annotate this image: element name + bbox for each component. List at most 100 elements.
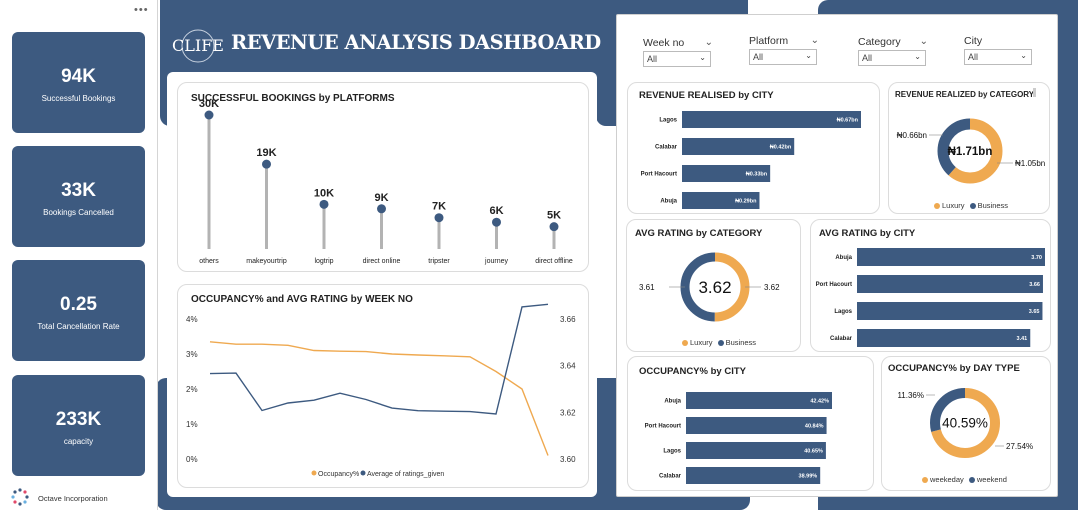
category-label: logtrip [314,258,333,265]
bar-category-label: Abuja [835,255,852,261]
legend-swatch-orange [934,203,940,210]
bar [857,329,1031,347]
rating-category-donut: 3.62 3.62 3.61 [639,252,780,322]
panel-occupancy-rating-by-week: OCCUPANCY% and AVG RATING by WEEK NO 4% 3… [177,284,589,488]
bar-category-label: Calabar [655,145,678,151]
slicer-dropdown[interactable]: All ⌄ [858,50,926,66]
occupancy-city-bar-chart: Abuja 42.42% Port Hacourt 40.84% Lagos 40.65%… [645,392,832,484]
y-left-tick-label: 0% [186,455,198,464]
donut-center-label: ₦1.71bn [948,146,993,158]
kpi-label: capacity [63,437,94,446]
rating-city-bar-chart: Abuja 3.70 Port Hacourt 3.66 Lagos 3.65 Calaba… [816,248,1045,347]
sidebar: ••• 94K Successful Bookings 33K Bookings… [0,0,158,510]
slicer-dropdown[interactable]: All ⌄ [643,51,711,67]
legend-swatch-blue [969,203,976,210]
slicer-label: Category [858,36,901,48]
slicer-value: All [753,52,764,62]
category-label: direct online [363,258,401,265]
slicer-label: Week no [643,37,685,49]
donut-center-label: 3.62 [698,278,731,297]
slice-label: 27.54% [1006,442,1033,451]
panel-avg-rating-by-city: AVG RATING by CITY Abuja 3.70 Port Hacourt… [810,219,1051,352]
y-right-tick-label: 3.64 [560,362,576,371]
company-logo [10,487,30,507]
slicer-city[interactable]: City All ⌄ [964,35,1034,65]
chevron-down-icon[interactable]: ⌄ [920,36,928,47]
bar-data-label: 40.65% [804,449,823,455]
panel-bookings-by-platform: SUCCESSFUL BOOKINGS by PLATFORMS 30K othe… [177,82,589,272]
legend-swatch-blue [968,477,975,484]
data-label: 30K [199,98,219,110]
dropdown-arrow-icon: ⌄ [699,53,706,62]
bar-category-label: Calabar [659,474,682,480]
more-horizontal-icon[interactable]: ••• [134,4,149,16]
lollipop-dot [377,204,386,214]
bar-category-label: Port Hacourt [816,282,852,288]
series-line [209,303,549,415]
chevron-down-icon[interactable]: ⌄ [705,37,713,48]
lollipop-dot [319,199,329,209]
legend-swatch [311,470,317,476]
bar [857,248,1045,266]
kpi-value: 233K [55,409,102,430]
legend-label: Business [977,201,1009,210]
bar-data-label: ₦0.33bn [746,172,768,178]
legend-label: weekend [976,475,1007,484]
bar-data-label: 3.66 [1029,282,1040,288]
legend: weekeday weekend [922,475,1007,484]
data-label: 6K [489,205,503,217]
revenue-category-donut: ₦1.71bn ₦1.05bn ₦0.66bn [897,118,1045,184]
dropdown-arrow-icon: ⌄ [914,52,921,61]
legend: Luxury Business [934,201,1008,210]
panel-revenue-by-category: REVENUE REALIZED by CATEGORY ₦1.71bn ₦1.0… [888,82,1050,214]
series-line [209,341,549,456]
legend-label: Occupancy% [318,471,359,478]
company-name: Octave Incorporation [38,494,108,503]
slicer-week-no[interactable]: Week no ⌄ All ⌄ [643,37,713,67]
bar-category-label: Port Hacourt [645,424,681,430]
category-label: journey [484,258,508,265]
category-label: direct offline [535,258,573,265]
slicer-value: All [647,54,658,64]
chevron-down-icon[interactable]: ⌄ [811,35,819,46]
legend-label: Average of ratings_given [367,471,444,478]
y-left-tick-label: 2% [186,385,198,394]
bar-data-label: 42.42% [810,399,829,405]
bar-data-label: ₦0.29bn [735,199,757,205]
slicer-dropdown[interactable]: All ⌄ [964,49,1032,65]
y-right-tick-label: 3.66 [560,315,576,324]
panel-revenue-by-city: REVENUE REALISED by CITY Lagos ₦0.67bn Cal… [627,82,880,214]
bar [857,302,1043,320]
slicer-label: Platform [749,35,789,47]
kpi-value: 33K [61,180,96,201]
kpi-label: Total Cancellation Rate [37,322,120,331]
lollipop-chart: 30K others 19K makeyourtrip 10K logtrip 9K dire… [199,98,573,265]
slicer-dropdown[interactable]: All ⌄ [749,49,817,65]
slicer-category[interactable]: Category ⌄ All ⌄ [858,36,928,66]
category-label: others [199,258,219,265]
bar-data-label: 3.65 [1029,309,1040,315]
kpi-cancellation-rate: 0.25 Total Cancellation Rate [12,260,145,361]
bar [682,111,861,128]
legend-swatch-blue [717,340,724,347]
slicer-platform[interactable]: Platform ⌄ All ⌄ [749,35,819,65]
bar-category-label: Lagos [663,449,681,455]
slice-label: ₦0.66bn [897,131,927,140]
lollipop-dot [262,159,271,169]
legend-swatch-orange [922,477,928,484]
legend-label: Luxury [690,338,713,347]
legend: Luxury Business [682,338,756,347]
dropdown-arrow-icon: ⌄ [1020,51,1027,60]
category-label: tripster [428,258,450,265]
y-left-tick-label: 4% [186,315,198,324]
data-label: 5K [547,210,561,222]
y-left-tick-label: 1% [186,420,198,429]
legend-swatch-orange [682,340,688,347]
data-label: 10K [314,187,334,199]
legend-label: weekeday [930,475,964,484]
kpi-label: Successful Bookings [41,94,116,103]
kpi-successful-bookings: 94K Successful Bookings [12,32,145,133]
bar-category-label: Abuja [660,199,677,205]
slice-label: 11.36% [897,391,924,400]
slicer-label: City [964,35,983,47]
